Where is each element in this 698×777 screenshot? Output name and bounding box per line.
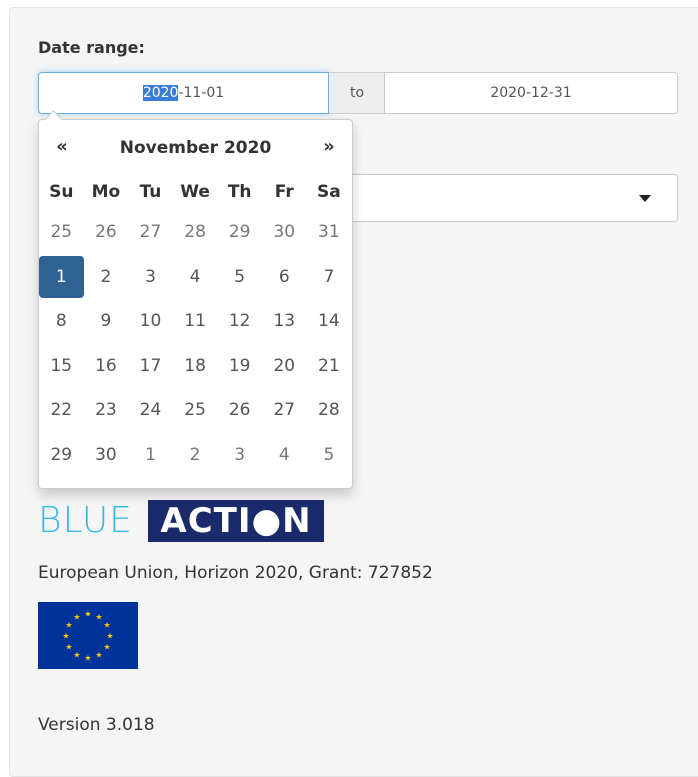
day-cell[interactable]: 29 — [39, 433, 84, 478]
week-row: 1234567 — [39, 255, 352, 300]
week-row: 15 16 17 18 19 20 21 — [39, 344, 352, 389]
end-date-input[interactable]: 2020-12-31 — [384, 72, 678, 114]
week-row: 8 9 10 11 12 13 14 — [39, 299, 352, 344]
eu-star: ★ — [103, 621, 110, 630]
day-cell[interactable]: 31 — [307, 210, 352, 255]
next-month-button[interactable]: » — [314, 136, 344, 164]
day-cell[interactable]: 1 — [39, 255, 84, 298]
day-cell[interactable]: 6 — [262, 255, 307, 300]
day-cell[interactable]: 11 — [173, 299, 218, 344]
eu-star: ★ — [84, 610, 91, 619]
day-cell[interactable]: 18 — [173, 344, 218, 389]
day-cell[interactable]: 4 — [173, 255, 218, 300]
datepicker-popup: « November 2020 » Su Mo Tu We Th Fr Sa 25 26 27 2… — [38, 119, 353, 489]
start-date-selected-text: 2020 — [142, 85, 179, 101]
day-cell[interactable]: 28 — [173, 210, 218, 255]
weekday-sa: Sa — [317, 182, 341, 202]
range-separator: to — [329, 72, 385, 114]
day-cell[interactable]: 10 — [128, 299, 173, 344]
weekday-th: Th — [227, 182, 252, 202]
week-row: 29 30 1 2 3 4 5 — [39, 433, 352, 478]
day-cell[interactable]: 25 — [39, 210, 84, 255]
eu-star: ★ — [73, 612, 80, 621]
day-cell[interactable]: 19 — [217, 344, 262, 389]
day-cell[interactable]: 29 — [217, 210, 262, 255]
day-cell[interactable]: 5 — [217, 255, 262, 300]
logo-blue-text: BLUE — [38, 500, 133, 541]
weekday-we: We — [180, 182, 210, 202]
day-cell[interactable]: 30 — [84, 433, 129, 478]
start-date-input[interactable]: 2020-11-01 — [38, 72, 329, 114]
day-cell[interactable]: 26 — [217, 388, 262, 433]
eu-star: ★ — [95, 651, 102, 660]
day-cell[interactable]: 27 — [262, 388, 307, 433]
day-cell[interactable]: 20 — [262, 344, 307, 389]
version-text: Version 3.018 — [38, 715, 155, 735]
datepicker-header: « November 2020 » — [39, 134, 352, 164]
prev-month-button[interactable]: « — [47, 136, 77, 164]
eu-star: ★ — [65, 621, 72, 630]
blue-action-logo: BLUE ACTI●N — [38, 500, 328, 542]
day-cell[interactable]: 16 — [84, 344, 129, 389]
start-date-rest-text: -11-01 — [178, 85, 225, 101]
chevron-down-icon — [639, 195, 651, 202]
day-cell[interactable]: 26 — [84, 210, 129, 255]
day-cell[interactable]: 8 — [39, 299, 84, 344]
weekday-mo: Mo — [91, 182, 121, 202]
day-cell[interactable]: 21 — [307, 344, 352, 389]
day-cell[interactable]: 25 — [173, 388, 218, 433]
day-cell[interactable]: 1 — [128, 433, 173, 478]
eu-star: ★ — [62, 632, 69, 641]
day-cell[interactable]: 2 — [173, 433, 218, 478]
logo-action-text: ACTI●N — [148, 500, 324, 542]
day-cell[interactable]: 12 — [217, 299, 262, 344]
day-cell[interactable]: 5 — [307, 433, 352, 478]
datepicker-month-title[interactable]: November 2020 — [99, 138, 292, 158]
day-cell[interactable]: 4 — [262, 433, 307, 478]
day-cell[interactable]: 22 — [39, 388, 84, 433]
day-cell[interactable]: 9 — [84, 299, 129, 344]
eu-star: ★ — [73, 651, 80, 660]
day-cell[interactable]: 15 — [39, 344, 84, 389]
eu-star: ★ — [106, 632, 113, 641]
funding-text: European Union, Horizon 2020, Grant: 727… — [38, 563, 433, 583]
day-cell[interactable]: 3 — [128, 255, 173, 300]
day-cell[interactable]: 23 — [84, 388, 129, 433]
eu-star: ★ — [95, 612, 102, 621]
day-cell[interactable]: 7 — [307, 255, 352, 300]
day-cell[interactable]: 30 — [262, 210, 307, 255]
day-cell[interactable]: 27 — [128, 210, 173, 255]
date-range-label: Date range: — [38, 38, 145, 57]
eu-star: ★ — [65, 643, 72, 652]
weekday-fr: Fr — [274, 182, 294, 202]
day-cell[interactable]: 2 — [84, 255, 129, 300]
day-cell[interactable]: 13 — [262, 299, 307, 344]
weekday-su: Su — [49, 182, 74, 202]
weekday-header-row: Su Mo Tu We Th Fr Sa — [39, 174, 352, 210]
day-cell[interactable]: 28 — [307, 388, 352, 433]
eu-flag-icon: ★ ★ ★ ★ ★ ★ ★ ★ ★ ★ ★ ★ — [38, 602, 138, 669]
weekday-tu: Tu — [139, 182, 162, 202]
day-cell[interactable]: 14 — [307, 299, 352, 344]
day-cell[interactable]: 24 — [128, 388, 173, 433]
day-cell[interactable]: 3 — [217, 433, 262, 478]
week-row: 25 26 27 28 29 30 31 — [39, 210, 352, 255]
day-cell[interactable]: 17 — [128, 344, 173, 389]
eu-star: ★ — [103, 643, 110, 652]
datepicker-grid: Su Mo Tu We Th Fr Sa 25 26 27 28 29 30 31 1 2 3 4 5 6 7 8 9 10… — [39, 174, 352, 478]
week-row: 22 23 24 25 26 27 28 — [39, 388, 352, 433]
eu-star: ★ — [84, 654, 91, 663]
